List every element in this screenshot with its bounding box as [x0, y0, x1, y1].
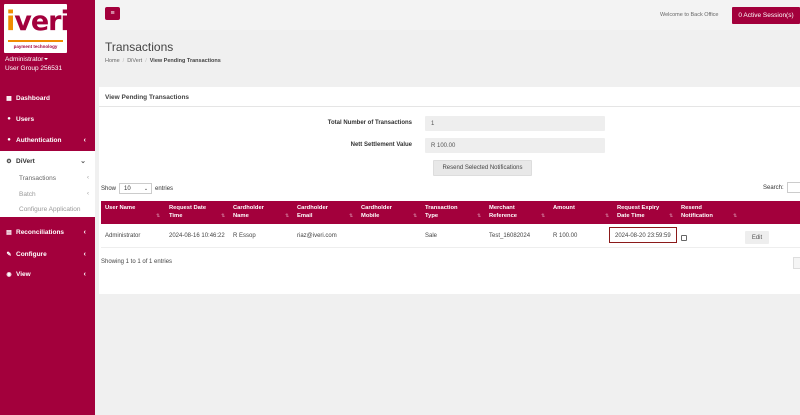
- caret-down-icon: [44, 58, 49, 61]
- sidebar-item-reconciliations[interactable]: ▤ Reconciliations ‹: [0, 222, 95, 242]
- chevron-down-icon: ⌄: [143, 186, 149, 192]
- entries-select[interactable]: 10 ⌄: [119, 183, 153, 194]
- nett-settlement-field: R 100.00: [425, 138, 605, 153]
- resend-notification-checkbox[interactable]: [681, 235, 687, 241]
- active-sessions-button[interactable]: 0 Active Session(s): [732, 7, 800, 24]
- breadcrumb: Home / DiVert / View Pending Transactions: [105, 58, 221, 64]
- nett-settlement-label: Nett Settlement Value: [350, 142, 412, 148]
- sidebar-item-divert[interactable]: ⚙ DiVert ⌄: [0, 151, 95, 171]
- table-icon: ▤: [6, 229, 12, 236]
- sort-icon: ⇅: [156, 213, 161, 219]
- sort-icon: ⇅: [413, 213, 418, 219]
- submenu-item-transactions[interactable]: Transactions ‹: [19, 175, 89, 182]
- breadcrumb-home[interactable]: Home: [105, 58, 120, 64]
- wrench-icon: ✎: [6, 251, 12, 258]
- show-label: Show: [101, 185, 117, 192]
- menu-toggle-button[interactable]: ≡: [105, 7, 120, 20]
- pending-transactions-panel: View Pending Transactions Total Number o…: [99, 87, 800, 294]
- breadcrumb-divert[interactable]: DiVert: [127, 58, 142, 64]
- cell-amount: R 100.00: [553, 233, 578, 239]
- panel-header: View Pending Transactions: [99, 87, 800, 107]
- user-group: User Group 256531: [5, 65, 63, 72]
- column-header-transaction-type[interactable]: Transaction Type: [425, 205, 458, 220]
- table-row: Administrator 2024-08-16 10:46:22 R Esso…: [101, 224, 800, 248]
- resend-notifications-button[interactable]: Resend Selected Notifications: [433, 160, 532, 176]
- sidebar: iveri payment technology Administrator U…: [0, 0, 95, 415]
- table-info: Showing 1 to 1 of 1 entries: [101, 259, 173, 265]
- sort-icon: ⇅: [733, 213, 738, 219]
- iveri-logo[interactable]: iveri payment technology: [4, 4, 70, 53]
- sort-icon: ⇅: [605, 213, 610, 219]
- logo-wordmark: iveri: [6, 6, 70, 37]
- sidebar-item-view[interactable]: ◉ View ‹: [0, 264, 95, 284]
- sort-icon: ⇅: [349, 213, 354, 219]
- chevron-left-icon: ‹: [87, 191, 89, 197]
- column-header-cardholder-name[interactable]: Cardholder Name: [233, 205, 264, 220]
- search-input[interactable]: [787, 182, 800, 193]
- pagination-control[interactable]: [793, 257, 800, 269]
- cell-merchant-reference: Test_16082024: [489, 233, 531, 239]
- column-header-user-name[interactable]: User Name: [105, 205, 135, 213]
- cell-request-expiry: 2024-08-20 23:59:59: [615, 233, 671, 239]
- column-header-request-expiry[interactable]: Request Expiry Date Time: [617, 205, 659, 220]
- sidebar-item-authentication[interactable]: ● Authentication ‹: [0, 130, 95, 150]
- welcome-text: Welcome to Back Office: [660, 12, 719, 18]
- user-icon: ●: [7, 116, 11, 122]
- sidebar-item-users[interactable]: ● Users: [0, 109, 95, 129]
- column-header-cardholder-mobile[interactable]: Cardholder Mobile: [361, 205, 392, 220]
- total-transactions-label: Total Number of Transactions: [327, 120, 412, 126]
- column-header-request-date[interactable]: Request Date Time: [169, 205, 206, 220]
- chevron-left-icon: ‹: [87, 175, 89, 181]
- submenu-item-configure-application[interactable]: Configure Application: [19, 206, 80, 213]
- search-label: Search:: [763, 185, 784, 191]
- chevron-left-icon: ‹: [83, 228, 86, 236]
- gear-icon: ⚙: [6, 158, 12, 165]
- panel-title: View Pending Transactions: [105, 94, 190, 101]
- page-title: Transactions: [105, 40, 174, 54]
- table-header: User Name Request Date Time Cardholder Nam…: [101, 201, 800, 224]
- submenu-item-batch[interactable]: Batch ‹: [19, 191, 89, 198]
- user-role-dropdown[interactable]: Administrator: [5, 56, 49, 63]
- chevron-left-icon: ‹: [83, 270, 86, 278]
- sort-icon: ⇅: [477, 213, 482, 219]
- sort-icon: ⇅: [285, 213, 290, 219]
- chevron-left-icon: ‹: [83, 136, 86, 144]
- cell-request-date: 2024-08-16 10:46:22: [169, 233, 225, 239]
- entries-length-control: Show 10 ⌄ entries: [101, 183, 173, 194]
- dot-icon: ●: [7, 137, 11, 143]
- column-header-merchant-reference[interactable]: Merchant Reference: [489, 205, 517, 220]
- sidebar-item-configure[interactable]: ✎ Configure ‹: [0, 244, 95, 264]
- total-transactions-field: 1: [425, 116, 605, 131]
- breadcrumb-current: View Pending Transactions: [149, 58, 221, 64]
- edit-button[interactable]: Edit: [745, 231, 769, 244]
- cell-transaction-type: Sale: [425, 233, 438, 239]
- hamburger-icon: ≡: [110, 10, 115, 17]
- cell-user-name: Administrator: [105, 233, 141, 239]
- sort-icon: ⇅: [669, 213, 674, 219]
- eye-icon: ◉: [6, 271, 12, 278]
- divert-submenu: Transactions ‹ Batch ‹ Configure Applicati…: [0, 170, 95, 217]
- sidebar-item-dashboard[interactable]: ▦ Dashboard: [0, 88, 95, 108]
- column-header-amount[interactable]: Amount: [553, 205, 575, 213]
- column-header-cardholder-email[interactable]: Cardholder Email: [297, 205, 328, 220]
- grid-icon: ▦: [6, 95, 12, 102]
- chevron-down-icon: ⌄: [80, 158, 86, 165]
- logo-underline: [8, 40, 63, 42]
- logo-tagline: payment technology: [13, 44, 58, 49]
- cell-cardholder-name: R Essop: [233, 233, 256, 239]
- entries-label: entries: [155, 185, 174, 192]
- top-bar: ≡ Welcome to Back Office 0 Active Sessio…: [95, 0, 800, 30]
- sort-icon: ⇅: [541, 213, 546, 219]
- sort-icon: ⇅: [221, 213, 226, 219]
- chevron-left-icon: ‹: [83, 250, 86, 258]
- cell-cardholder-email: riaz@iveri.com: [297, 233, 337, 239]
- column-header-resend-notification[interactable]: Resend Notification: [681, 205, 713, 220]
